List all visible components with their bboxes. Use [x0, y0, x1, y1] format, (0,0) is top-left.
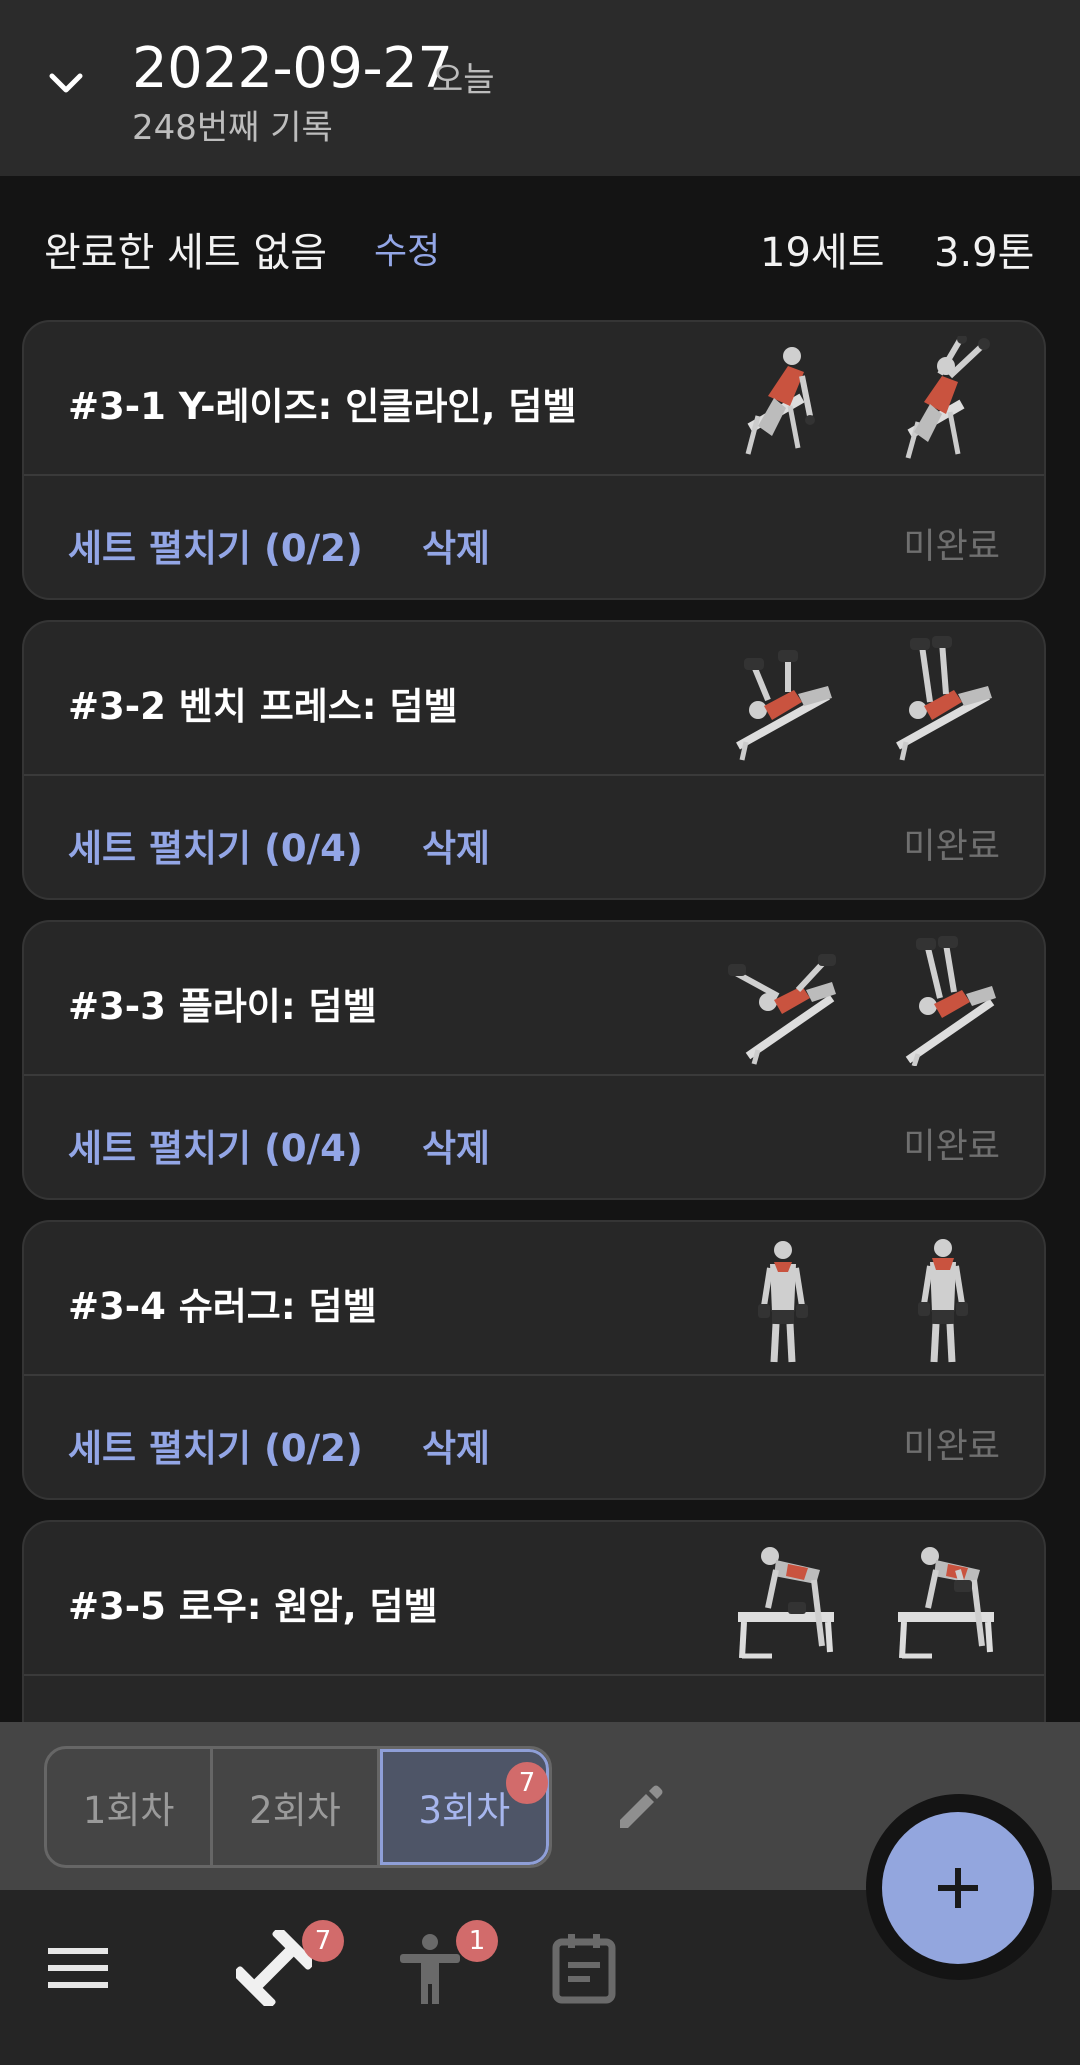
exercise-start-image — [736, 650, 832, 761]
total-volume: 3.9톤 — [934, 230, 1035, 276]
completion-toggle[interactable]: 미완료 — [903, 1118, 1000, 1169]
exercise-card[interactable]: #3-3 플라이: 덤벨 세트 펼치기 (0/4) 삭제 미완료 — [22, 920, 1046, 1200]
expand-sets-button[interactable]: 세트 펼치기 (0/4) — [68, 1118, 363, 1172]
delete-button[interactable]: 삭제 — [422, 1418, 490, 1472]
chevron-down-icon[interactable] — [42, 60, 90, 108]
expand-sets-button[interactable]: 세트 펼치기 (0/4) — [68, 818, 363, 872]
session-tab-2[interactable]: 2회차 — [213, 1749, 380, 1865]
exercise-end-image — [918, 1239, 968, 1363]
record-date: 2022-09-27 — [132, 36, 453, 101]
expand-sets-button[interactable]: 세트 펼치기 (0/2) — [68, 1418, 363, 1472]
exercise-title: #3-4 슈러그: 덤벨 — [68, 1285, 377, 1328]
dumbbell-icon[interactable] — [236, 1930, 312, 2006]
exercise-card-header[interactable]: #3-1 Y-레이즈: 인클라인, 덤벨 — [24, 322, 1044, 476]
completion-toggle[interactable]: 미완료 — [903, 818, 1000, 869]
workout-badge: 7 — [302, 1920, 344, 1962]
exercise-card[interactable]: #3-2 벤치 프레스: 덤벨 세트 펼치기 (0/4) 삭제 미완료 — [22, 620, 1046, 900]
exercise-card[interactable]: #3-1 Y-레이즈: 인클라인, 덤벨 세트 펼치기 (0/2) 삭제 미완료 — [22, 320, 1046, 600]
calendar-icon[interactable] — [546, 1930, 622, 2006]
exercise-card-header[interactable]: #3-3 플라이: 덤벨 — [24, 922, 1044, 1076]
exercise-card[interactable]: #3-4 슈러그: 덤벨 세트 펼치기 (0/2) 삭제 미완료 — [22, 1220, 1046, 1500]
completion-status: 완료한 세트 없음 — [44, 230, 328, 276]
exercise-title: #3-1 Y-레이즈: 인클라인, 덤벨 — [68, 385, 577, 428]
completion-toggle[interactable]: 미완료 — [903, 1418, 1000, 1469]
exercise-start-image — [728, 954, 836, 1065]
exercise-title: #3-5 로우: 원암, 덤벨 — [68, 1585, 438, 1628]
today-label: 오늘 — [432, 60, 495, 100]
header: 2022-09-27 오늘 248번째 기록 — [0, 0, 1080, 176]
expand-sets-button[interactable]: 세트 펼치기 (0/2) — [68, 518, 363, 572]
add-exercise-button[interactable] — [882, 1812, 1034, 1964]
completion-toggle[interactable]: 미완료 — [903, 518, 1000, 569]
exercise-end-image — [905, 936, 996, 1066]
exercise-start-image — [738, 1547, 834, 1659]
exercise-card-header[interactable]: #3-2 벤치 프레스: 덤벨 — [24, 622, 1044, 776]
edit-button[interactable]: 수정 — [374, 222, 440, 274]
exercise-start-image — [758, 1241, 808, 1363]
total-sets: 19세트 — [760, 230, 885, 276]
plus-icon — [938, 1868, 978, 1908]
body-badge: 1 — [456, 1920, 498, 1962]
exercise-start-image — [745, 347, 815, 455]
delete-button[interactable]: 삭제 — [422, 518, 490, 572]
session-selector: 1회차 2회차 3회차 — [44, 1746, 552, 1868]
delete-button[interactable]: 삭제 — [422, 1118, 490, 1172]
summary-row: 완료한 세트 없음 수정 19세트 3.9톤 — [0, 176, 1080, 316]
exercise-title: #3-2 벤치 프레스: 덤벨 — [68, 685, 458, 728]
exercise-card-header[interactable]: #3-4 슈러그: 덤벨 — [24, 1222, 1044, 1376]
session-badge: 7 — [506, 1762, 548, 1804]
session-tab-1[interactable]: 1회차 — [47, 1749, 214, 1865]
delete-button[interactable]: 삭제 — [422, 818, 490, 872]
record-count: 248번째 기록 — [132, 108, 333, 148]
exercise-end-image — [896, 636, 992, 761]
exercise-title: #3-3 플라이: 덤벨 — [68, 985, 377, 1028]
menu-icon[interactable] — [40, 1930, 116, 2006]
exercise-end-image — [898, 1547, 994, 1659]
exercise-end-image — [905, 336, 990, 459]
pencil-icon[interactable] — [612, 1780, 668, 1836]
exercise-card-header[interactable]: #3-5 로우: 원암, 덤벨 — [24, 1522, 1044, 1676]
